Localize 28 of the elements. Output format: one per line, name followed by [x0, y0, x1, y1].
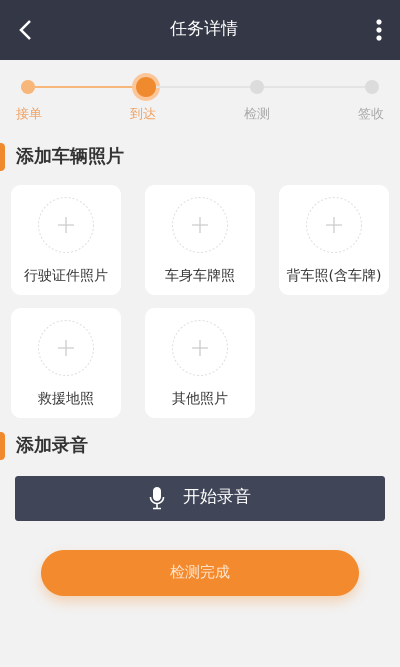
- step-label: 签收: [358, 106, 384, 124]
- add-photo-icon: [37, 318, 95, 376]
- section-marker: [0, 142, 5, 170]
- header-title: 任务详情: [170, 18, 238, 42]
- photo-label: 车身车牌照: [165, 266, 235, 286]
- photo-upload-card[interactable]: 其他照片: [145, 308, 255, 418]
- photo-upload-card[interactable]: 背车照(含车牌): [279, 184, 389, 294]
- more-icon[interactable]: [376, 19, 382, 41]
- step-label: 检测: [244, 106, 270, 124]
- add-photo-icon: [171, 318, 229, 376]
- step-label: 到达: [130, 106, 156, 124]
- add-photo-icon: [37, 196, 95, 254]
- microphone-icon: [149, 486, 165, 510]
- back-icon[interactable]: [18, 19, 32, 41]
- add-photo-icon: [171, 196, 229, 254]
- photo-upload-card[interactable]: 救援地照: [11, 308, 121, 418]
- section-marker: [0, 432, 5, 460]
- record-button[interactable]: 开始录音: [15, 476, 385, 520]
- section-title: 添加录音: [16, 434, 88, 458]
- photo-upload-card[interactable]: 行驶证件照片: [11, 184, 121, 294]
- section-title: 添加车辆照片: [16, 145, 124, 169]
- add-photo-icon: [305, 196, 363, 254]
- photo-label: 其他照片: [172, 390, 228, 408]
- step-label: 接单: [16, 106, 42, 124]
- photo-label: 救援地照: [38, 390, 94, 408]
- photo-upload-card[interactable]: 车身车牌照: [145, 184, 255, 294]
- photo-label: 背车照(含车牌): [286, 266, 382, 286]
- photo-label: 行驶证件照片: [24, 266, 108, 286]
